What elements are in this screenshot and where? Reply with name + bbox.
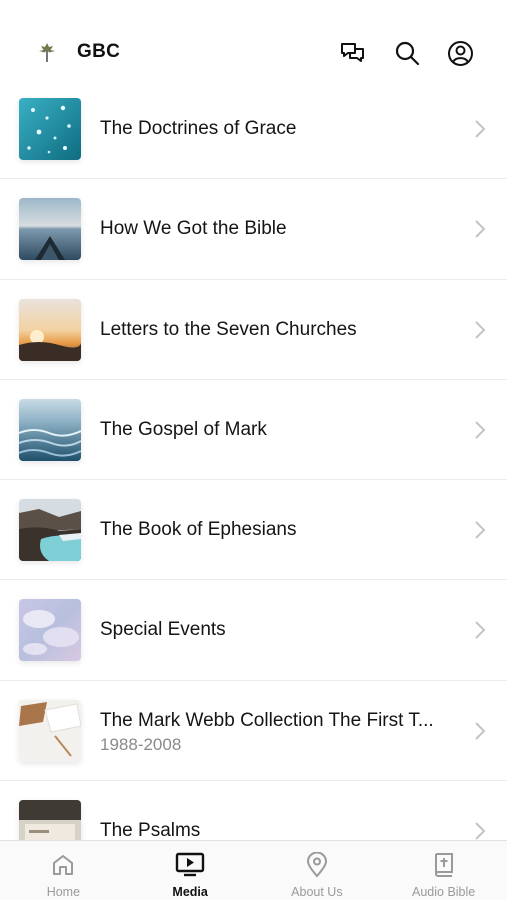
item-title: The Mark Webb Collection The First T... bbox=[100, 709, 434, 731]
list-item[interactable]: The Doctrines of Grace bbox=[0, 79, 507, 180]
brand-title: GBC bbox=[77, 41, 121, 62]
media-play-icon bbox=[175, 852, 205, 877]
item-title: The Book of Ephesians bbox=[100, 519, 297, 541]
item-title: How We Got the Bible bbox=[100, 218, 287, 240]
home-icon bbox=[53, 855, 74, 875]
chevron-right-icon bbox=[475, 320, 486, 339]
chevron-right-icon bbox=[475, 722, 486, 740]
series-thumbnail bbox=[19, 800, 81, 840]
tab-about-us[interactable]: About Us bbox=[254, 841, 381, 900]
tab-label: Media bbox=[172, 885, 208, 899]
item-title: The Psalms bbox=[100, 820, 201, 840]
tab-label: About Us bbox=[291, 885, 343, 899]
list-item[interactable]: The Book of Ephesians bbox=[0, 480, 507, 581]
search-icon bbox=[395, 41, 420, 66]
media-series-list: The Doctrines of Grace How We Got the Bi… bbox=[0, 79, 507, 840]
tab-label: Home bbox=[46, 885, 81, 899]
tab-audio-bible[interactable]: Audio Bible bbox=[380, 841, 507, 900]
list-item[interactable]: The Mark Webb Collection The First T... … bbox=[0, 681, 507, 782]
series-thumbnail bbox=[19, 699, 81, 762]
chevron-right-icon bbox=[475, 822, 486, 840]
item-title: Letters to the Seven Churches bbox=[100, 318, 357, 340]
list-item[interactable]: The Psalms bbox=[0, 781, 507, 840]
account-button[interactable] bbox=[445, 38, 475, 68]
series-thumbnail bbox=[19, 599, 81, 662]
list-item[interactable]: Special Events bbox=[0, 580, 507, 681]
location-pin-icon bbox=[306, 852, 327, 878]
account-icon bbox=[447, 40, 473, 66]
tab-media[interactable]: Media bbox=[127, 841, 254, 900]
item-title: The Gospel of Mark bbox=[100, 418, 267, 440]
bible-cross-icon bbox=[434, 853, 453, 877]
chevron-right-icon bbox=[475, 521, 486, 539]
series-thumbnail bbox=[19, 98, 81, 160]
messages-button[interactable] bbox=[338, 38, 368, 68]
chat-bubbles-icon bbox=[341, 43, 364, 62]
item-subtitle: 1988-2008 bbox=[100, 734, 182, 754]
tab-label: Audio Bible bbox=[412, 885, 476, 899]
list-item[interactable]: How We Got the Bible bbox=[0, 179, 507, 280]
tree-logo-icon bbox=[39, 43, 55, 62]
series-thumbnail bbox=[19, 499, 81, 562]
bottom-tab-bar: Home Media About Us Audio Bible bbox=[0, 840, 507, 900]
item-title: The Doctrines of Grace bbox=[100, 118, 297, 139]
list-item[interactable]: The Gospel of Mark bbox=[0, 380, 507, 481]
item-title: Special Events bbox=[100, 619, 226, 641]
chevron-right-icon bbox=[475, 621, 486, 640]
list-item[interactable]: Letters to the Seven Churches bbox=[0, 280, 507, 380]
search-button[interactable] bbox=[392, 38, 422, 68]
series-thumbnail bbox=[19, 198, 81, 261]
series-thumbnail bbox=[19, 398, 81, 461]
chevron-right-icon bbox=[475, 220, 486, 239]
series-thumbnail bbox=[19, 298, 81, 361]
tab-home[interactable]: Home bbox=[0, 841, 127, 900]
chevron-right-icon bbox=[475, 120, 486, 138]
chevron-right-icon bbox=[475, 421, 486, 439]
